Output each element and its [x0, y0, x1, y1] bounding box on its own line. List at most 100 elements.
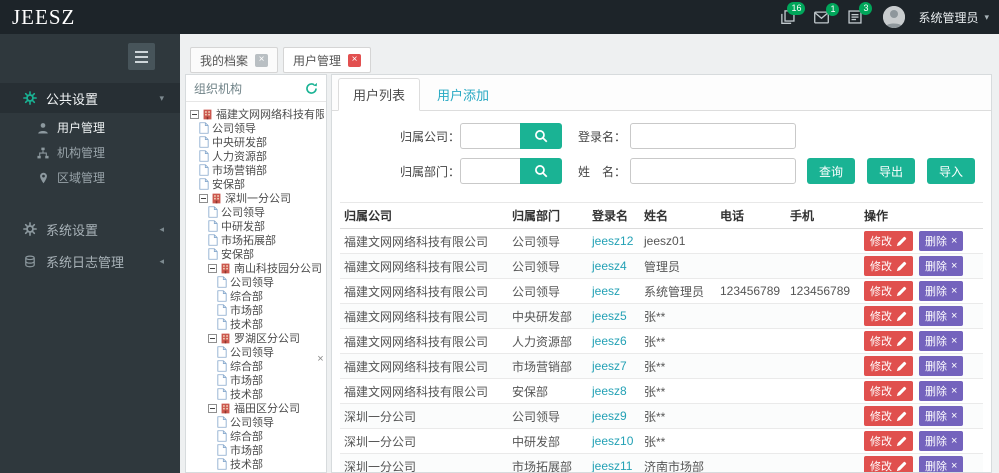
delete-button[interactable]: 删除 × [919, 256, 964, 276]
collapse-toggle[interactable] [190, 109, 199, 119]
tree-node-company[interactable]: 深圳一分公司 [188, 191, 324, 205]
modify-button[interactable]: 修改 [864, 256, 913, 276]
delete-button[interactable]: 删除 × [919, 431, 964, 451]
tree-node-dept[interactable]: 人力资源部 [188, 149, 324, 163]
modify-button[interactable]: 修改 [864, 306, 913, 326]
login-name-link[interactable]: jeesz4 [592, 259, 627, 273]
sidebar-item-region-management[interactable]: 区域管理 [0, 165, 180, 190]
login-name-link[interactable]: jeesz11 [592, 459, 632, 472]
modify-button[interactable]: 修改 [864, 331, 913, 351]
log-icon [22, 254, 37, 268]
modify-button[interactable]: 修改 [864, 281, 913, 301]
tree-node-dept[interactable]: 公司领导 [188, 205, 324, 219]
tree-node-company[interactable]: 罗湖区分公司 [188, 331, 324, 345]
user-menu[interactable]: 系统管理员 ▾ [918, 9, 989, 26]
tab-user-add[interactable]: 用户添加 [422, 78, 504, 111]
sidebar-item-public-settings[interactable]: 公共设置 ▾ [0, 83, 180, 113]
sidebar-item-org-management[interactable]: 机构管理 [0, 140, 180, 165]
tree-node-dept[interactable]: 市场拓展部 [188, 233, 324, 247]
tree-node-dept[interactable]: 技术部 [188, 387, 324, 401]
modify-button[interactable]: 修改 [864, 456, 913, 472]
export-button[interactable]: 导出 [866, 158, 915, 184]
close-icon[interactable]: × [348, 53, 362, 67]
tree-node-label: 福田区分公司 [234, 403, 300, 415]
panel-collapse-handle[interactable]: × [315, 353, 326, 367]
tree-node-company[interactable]: 福田区分公司 [188, 401, 324, 415]
delete-button[interactable]: 删除 × [919, 281, 964, 301]
tree-node-dept[interactable]: 公司领导 [188, 345, 324, 359]
tree-node-label: 综合部 [230, 291, 263, 303]
sidebar-item-system-settings[interactable]: 系统设置 ◂ [0, 214, 180, 244]
tree-node-dept[interactable]: 技术部 [188, 317, 324, 331]
tree-node-dept[interactable]: 公司领导 [188, 275, 324, 289]
dept-search-button[interactable] [520, 158, 562, 184]
tasks-icon[interactable]: 3 [848, 2, 873, 24]
close-icon[interactable]: × [255, 53, 269, 67]
tree-node-dept[interactable]: 综合部 [188, 429, 324, 443]
tree-node-dept[interactable]: 安保部 [188, 177, 324, 191]
tab-my-files[interactable]: 我的档案 × [190, 47, 279, 73]
sidebar-toggle-button[interactable] [128, 43, 155, 70]
modify-label: 修改 [870, 361, 892, 373]
delete-button[interactable]: 删除 × [919, 456, 964, 472]
login-name-link[interactable]: jeesz12 [592, 234, 633, 248]
modify-button[interactable]: 修改 [864, 231, 913, 251]
copy-icon[interactable]: 16 [781, 2, 806, 24]
tree-node-dept[interactable]: 公司领导 [188, 121, 324, 135]
modify-button[interactable]: 修改 [864, 406, 913, 426]
collapse-toggle[interactable] [208, 333, 217, 343]
sidebar-item-system-log-management[interactable]: 系统日志管理 ◂ [0, 246, 180, 276]
refresh-icon [306, 82, 318, 94]
tree-node-dept[interactable]: 综合部 [188, 289, 324, 303]
company-filter-input[interactable] [460, 123, 520, 149]
modify-button[interactable]: 修改 [864, 431, 913, 451]
login-name-link[interactable]: jeesz10 [592, 434, 633, 448]
tree-node-dept[interactable]: 中研发部 [188, 219, 324, 233]
delete-button[interactable]: 删除 × [919, 231, 964, 251]
tree-node-dept[interactable]: 技术部 [188, 457, 324, 471]
modify-button[interactable]: 修改 [864, 356, 913, 376]
login-name-link[interactable]: jeesz9 [592, 409, 627, 423]
tree-node-dept[interactable]: 安保部 [188, 247, 324, 261]
refresh-button[interactable] [305, 82, 318, 95]
page-icon [217, 318, 227, 330]
login-name-link[interactable]: jeesz8 [592, 384, 627, 398]
delete-button[interactable]: 删除 × [919, 331, 964, 351]
login-name-link[interactable]: jeesz6 [592, 334, 627, 348]
delete-button[interactable]: 删除 × [919, 306, 964, 326]
tree-node-company[interactable]: 南山科技园分公司 [188, 261, 324, 275]
tab-user-management[interactable]: 用户管理 × [283, 47, 372, 73]
collapse-toggle[interactable] [199, 193, 208, 203]
mail-icon[interactable]: 1 [814, 2, 840, 24]
delete-button[interactable]: 删除 × [919, 356, 964, 376]
import-button[interactable]: 导入 [926, 158, 975, 184]
login-cell: jeesz7 [588, 353, 640, 379]
tree-node-dept[interactable]: 市场部 [188, 443, 324, 457]
tree-node-dept[interactable]: 中央研发部 [188, 135, 324, 149]
login-filter-input[interactable] [630, 123, 796, 149]
tab-user-list[interactable]: 用户列表 [338, 78, 421, 111]
tree-node-company[interactable]: 福建文网网络科技有限公司 [188, 107, 324, 121]
name-filter-input[interactable] [630, 158, 796, 184]
collapse-toggle[interactable] [208, 263, 217, 273]
sidebar-item-user-management[interactable]: 用户管理 [0, 115, 180, 140]
modify-button[interactable]: 修改 [864, 381, 913, 401]
login-name-link[interactable]: jeesz7 [592, 359, 627, 373]
tree-node-dept[interactable]: 市场部 [188, 303, 324, 317]
tree-node-dept[interactable]: 市场部 [188, 373, 324, 387]
collapse-toggle[interactable] [208, 403, 217, 413]
main-panel: 用户列表 用户添加 归属公司： 登录名： 归属部门： 姓 名： 查询 导出 导入… [331, 74, 992, 473]
dept-filter-input[interactable] [460, 158, 520, 184]
company-search-button[interactable] [520, 123, 562, 149]
avatar[interactable] [883, 6, 906, 28]
work-tab-label: 我的档案 [200, 53, 249, 68]
delete-button[interactable]: 删除 × [919, 381, 964, 401]
delete-button[interactable]: 删除 × [919, 406, 964, 426]
login-name-link[interactable]: jeesz5 [592, 309, 627, 323]
query-button[interactable]: 查询 [806, 158, 855, 184]
login-name-link[interactable]: jeesz [592, 284, 620, 298]
tree-node-dept[interactable]: 公司领导 [188, 415, 324, 429]
tree-node-dept[interactable]: 市场营销部 [188, 163, 324, 177]
sidebar-menu: 公共设置 ▾ 用户管理 机构管理 区域管理系统设置 ◂ 系统日志管理 ◂ [0, 83, 180, 276]
tree-node-dept[interactable]: 综合部 [188, 359, 324, 373]
